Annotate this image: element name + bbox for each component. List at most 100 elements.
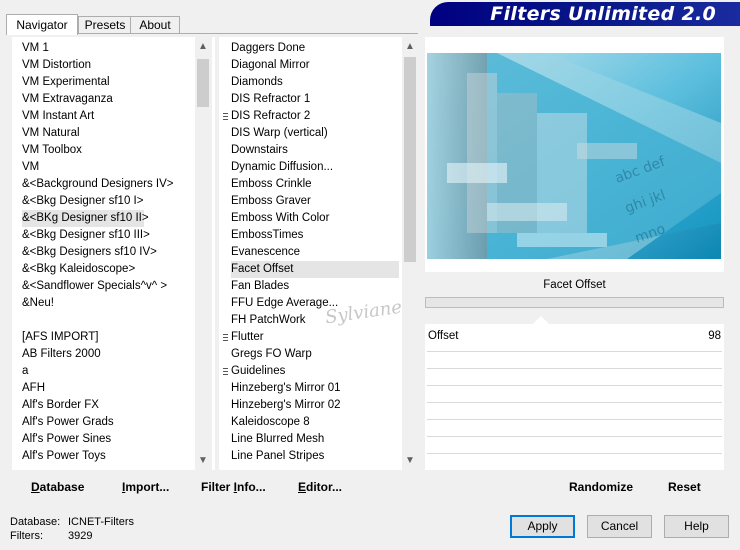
editor-button[interactable]: Editor... (298, 480, 342, 494)
list-item[interactable]: [AFS IMPORT] (22, 329, 144, 346)
category-list[interactable]: VM 1 VM Distortion VM Experimental VM Extra… (12, 37, 215, 470)
category-scrollbar[interactable]: ▲ ▼ (195, 37, 212, 470)
list-item-label: Facet Offset (231, 263, 294, 275)
list-item[interactable]: Gregs FO Warp (231, 346, 399, 363)
list-item[interactable]: DIS Refractor 1 (231, 91, 399, 108)
list-item[interactable]: VM Experimental (22, 74, 144, 91)
param-action-bar: Randomize Reset (425, 473, 724, 500)
category-scroll-thumb[interactable] (197, 59, 209, 107)
list-item[interactable]: EmbossTimes (231, 227, 399, 244)
help-button[interactable]: Help (664, 515, 729, 538)
list-item[interactable]: Facet Offset (231, 261, 399, 278)
list-item[interactable]: Dynamic Diffusion... (231, 159, 399, 176)
scroll-up-icon[interactable]: ▲ (402, 39, 418, 55)
tab-navigator[interactable]: Navigator (6, 14, 78, 35)
cancel-button[interactable]: Cancel (587, 515, 652, 538)
list-item[interactable]: Alf's Power Sines (22, 431, 144, 448)
list-item[interactable]: Guidelines (223, 363, 399, 380)
list-item[interactable]: VM Extravaganza (22, 91, 144, 108)
list-item[interactable]: Hinzeberg's Mirror 02 (231, 397, 399, 414)
reset-button[interactable]: Reset (668, 480, 701, 494)
list-item[interactable]: Hinzeberg's Mirror 01 (231, 380, 399, 397)
list-item-label: Dynamic Diffusion... (231, 161, 334, 173)
list-item-label: Kaleidoscope 8 (231, 416, 310, 428)
list-item[interactable]: Line Panel Stripes (231, 448, 399, 465)
list-item-label: FH PatchWork (231, 314, 306, 326)
param-divider (427, 351, 722, 352)
list-item[interactable]: Kaleidoscope 8 (231, 414, 399, 431)
list-item[interactable]: Downstairs (231, 142, 399, 159)
list-item[interactable]: Flutter (223, 329, 399, 346)
list-item[interactable]: Emboss Crinkle (231, 176, 399, 193)
list-item[interactable]: &<Bkg Designers sf10 IV> (22, 244, 157, 261)
list-item[interactable]: AFH (22, 380, 144, 397)
preview-image[interactable]: abc def ghi jkl mno (427, 53, 721, 259)
list-item[interactable]: VM Instant Art (22, 108, 144, 125)
list-item[interactable]: Alf's Border FX (22, 397, 144, 414)
list-item[interactable] (22, 312, 144, 329)
list-item[interactable]: DIS Refractor 2 (223, 108, 399, 125)
list-item[interactable]: &Neu! (22, 295, 144, 312)
tab-presets[interactable]: Presets (78, 16, 132, 34)
list-item[interactable]: Daggers Done (231, 40, 399, 57)
list-item[interactable]: Alf's Power Toys (22, 448, 144, 465)
import-button[interactable]: Import... (122, 480, 169, 494)
list-item-label: Alf's Power Grads (22, 416, 114, 428)
filters-label: Filters: (10, 530, 43, 542)
list-item[interactable]: VM (22, 159, 144, 176)
scroll-up-icon[interactable]: ▲ (195, 39, 211, 55)
list-item-label: &<Sandflower Specials^v^ > (22, 280, 168, 292)
list-item[interactable]: Evanescence (231, 244, 399, 261)
list-item[interactable]: VM Distortion (22, 57, 144, 74)
list-item[interactable]: VM 1 (22, 40, 144, 57)
filter-info-button[interactable]: Filter Info... (201, 480, 266, 494)
list-item[interactable]: &<Bkg Designer sf10 III> (22, 227, 150, 244)
list-item[interactable]: &<Background Designers IV> (22, 176, 174, 193)
list-item-label: VM 1 (22, 42, 49, 54)
database-button[interactable]: Database (31, 480, 84, 494)
list-item-label: AFH (22, 382, 45, 394)
list-item[interactable]: DIS Warp (vertical) (231, 125, 399, 142)
list-item[interactable]: &<Sandflower Specials^v^ > (22, 278, 167, 295)
apply-button[interactable]: Apply (510, 515, 575, 538)
list-item[interactable]: &<Bkg Kaleidoscope> (22, 261, 144, 278)
param-row-offset[interactable]: Offset 98 (425, 324, 724, 346)
filters-count: 3929 (68, 530, 93, 542)
list-item-label: Emboss With Color (231, 212, 330, 224)
param-divider (427, 368, 722, 369)
list-item-label: Emboss Graver (231, 195, 311, 207)
list-item[interactable]: &<BKg Designer sf10 II> (22, 210, 149, 227)
scroll-down-icon[interactable]: ▼ (402, 453, 418, 469)
tab-about[interactable]: About (130, 16, 180, 34)
list-item-label: Downstairs (231, 144, 288, 156)
database-value: ICNET-Filters (68, 516, 134, 528)
randomize-button[interactable]: Randomize (569, 480, 633, 494)
list-item-label: Fan Blades (231, 280, 290, 292)
param-divider (427, 436, 722, 437)
list-item-label: VM Toolbox (22, 144, 82, 156)
list-item[interactable]: Emboss With Color (231, 210, 399, 227)
list-item[interactable]: Diamonds (231, 74, 399, 91)
list-item[interactable]: &<Bkg Designer sf10 I> (22, 193, 144, 210)
database-label: Database: (10, 516, 61, 528)
list-item[interactable]: AB Filters 2000 (22, 346, 144, 363)
list-item[interactable]: Diagonal Mirror (231, 57, 399, 74)
parameter-panel: Offset 98 (425, 316, 724, 470)
filter-scroll-thumb[interactable] (404, 57, 416, 262)
list-item-label: Diagonal Mirror (231, 59, 310, 71)
scroll-down-icon[interactable]: ▼ (195, 453, 211, 469)
list-item-label: &<Bkg Designers sf10 IV> (22, 246, 157, 258)
list-item[interactable]: Line Blurred Mesh (231, 431, 399, 448)
filter-list[interactable]: Daggers Done Diagonal Mirror Diamonds DIS R… (219, 37, 419, 470)
list-item-label: Hinzeberg's Mirror 01 (231, 382, 341, 394)
list-item[interactable]: Alf's Power Grads (22, 414, 144, 431)
list-item[interactable]: Emboss Graver (231, 193, 399, 210)
list-item[interactable]: VM Natural (22, 125, 144, 142)
filter-scrollbar[interactable]: ▲ ▼ (402, 37, 419, 470)
list-item[interactable]: Fan Blades (231, 278, 399, 295)
drag-handle-icon (223, 334, 228, 341)
list-item[interactable]: VM Toolbox (22, 142, 144, 159)
list-item[interactable]: a (22, 363, 144, 380)
list-item-label: Gregs FO Warp (231, 348, 312, 360)
list-item-label: Alf's Power Sines (22, 433, 112, 445)
